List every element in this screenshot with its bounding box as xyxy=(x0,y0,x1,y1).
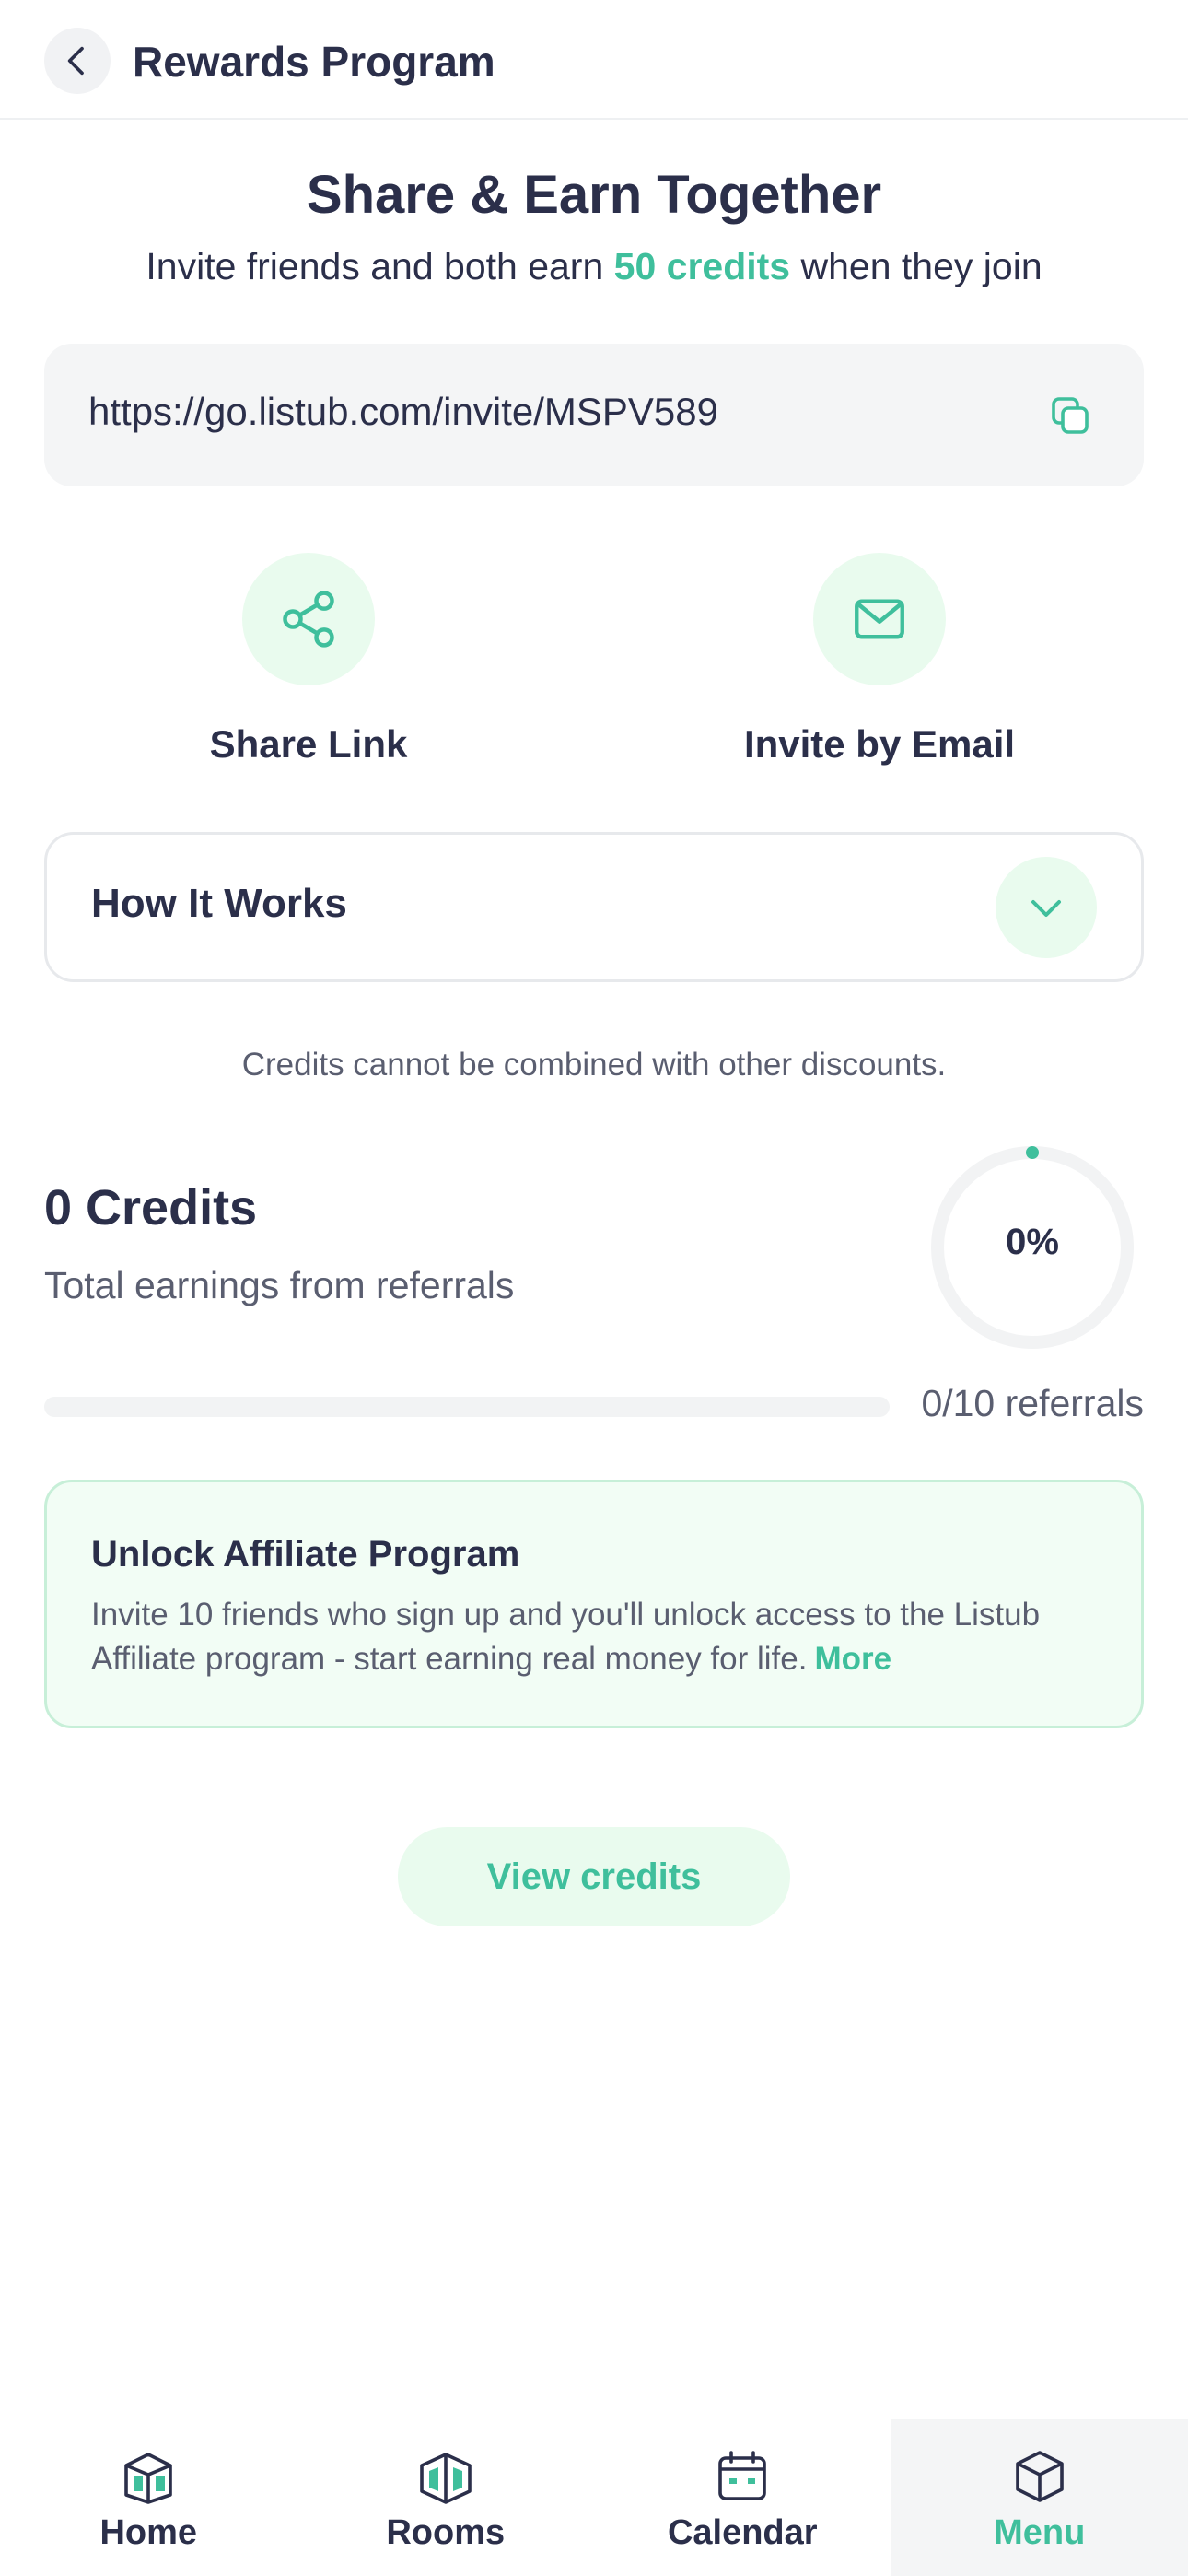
menu-icon xyxy=(1015,2451,1064,2502)
affiliate-title: Unlock Affiliate Program xyxy=(91,1534,520,1575)
nav-home[interactable]: Home xyxy=(0,2419,297,2576)
discount-note: Credits cannot be combined with other di… xyxy=(241,1047,947,1083)
credits-subtitle: Total earnings from referrals xyxy=(44,1264,515,1306)
referral-progress-text: 0/10 referrals xyxy=(921,1382,1144,1424)
nav-calendar-label: Calendar xyxy=(667,2513,818,2552)
copy-icon xyxy=(1052,397,1089,434)
invite-email-label: Invite by Email xyxy=(743,722,1016,766)
invite-link-box: https://go.listub.com/invite/MSPV589 xyxy=(44,344,1144,486)
share-icon-circle xyxy=(242,553,375,685)
page-title: Rewards Program xyxy=(133,38,495,86)
nav-menu-label: Menu xyxy=(994,2513,1086,2552)
expand-button[interactable] xyxy=(996,857,1097,958)
hero-subtitle: Invite friends and both earn 50 credits … xyxy=(0,245,1188,288)
referral-progress-bar xyxy=(44,1397,890,1417)
bottom-nav: Home Rooms Calendar Menu xyxy=(0,2419,1188,2576)
nav-calendar[interactable]: Calendar xyxy=(594,2419,891,2576)
invite-link-text[interactable]: https://go.listub.com/invite/MSPV589 xyxy=(88,390,718,434)
nav-home-label: Home xyxy=(99,2513,198,2552)
share-link-button[interactable]: Share Link xyxy=(124,553,493,766)
rooms-icon xyxy=(419,2453,472,2504)
nav-rooms[interactable]: Rooms xyxy=(297,2419,595,2576)
affiliate-description: Invite 10 friends who sign up and you'll… xyxy=(91,1593,1113,1681)
chevron-down-icon xyxy=(1031,900,1061,917)
progress-percent: 0% xyxy=(1006,1222,1059,1262)
mail-icon xyxy=(855,599,904,639)
nav-rooms-label: Rooms xyxy=(386,2513,506,2552)
share-icon xyxy=(283,591,334,648)
hero-subtitle-before: Invite friends and both earn xyxy=(146,245,614,287)
how-it-works-accordion[interactable]: How It Works xyxy=(44,832,1144,982)
chevron-left-icon xyxy=(67,46,84,76)
home-icon xyxy=(124,2453,173,2504)
hero-subtitle-highlight: 50 credits xyxy=(613,245,791,287)
rewards-page: Rewards Program Share & Earn Together In… xyxy=(0,0,1188,2576)
hero-subtitle-after: when they join xyxy=(790,245,1042,287)
share-link-label: Share Link xyxy=(209,722,408,766)
invite-email-button[interactable]: Invite by Email xyxy=(695,553,1064,766)
affiliate-text: Invite 10 friends who sign up and you'll… xyxy=(91,1597,1041,1677)
mail-icon-circle xyxy=(813,553,946,685)
back-button[interactable] xyxy=(44,28,111,94)
more-link[interactable]: More xyxy=(814,1641,891,1677)
top-bar: Rewards Program xyxy=(0,0,1188,120)
how-it-works-title: How It Works xyxy=(91,881,347,926)
affiliate-card: Unlock Affiliate Program Invite 10 frien… xyxy=(44,1480,1144,1728)
calendar-icon xyxy=(718,2451,767,2500)
nav-menu[interactable]: Menu xyxy=(891,2419,1188,2576)
copy-link-button[interactable] xyxy=(1044,390,1096,441)
view-credits-button[interactable]: View credits xyxy=(398,1827,790,1926)
hero-title: Share & Earn Together xyxy=(306,165,882,225)
credits-value: 0 Credits xyxy=(44,1180,258,1235)
